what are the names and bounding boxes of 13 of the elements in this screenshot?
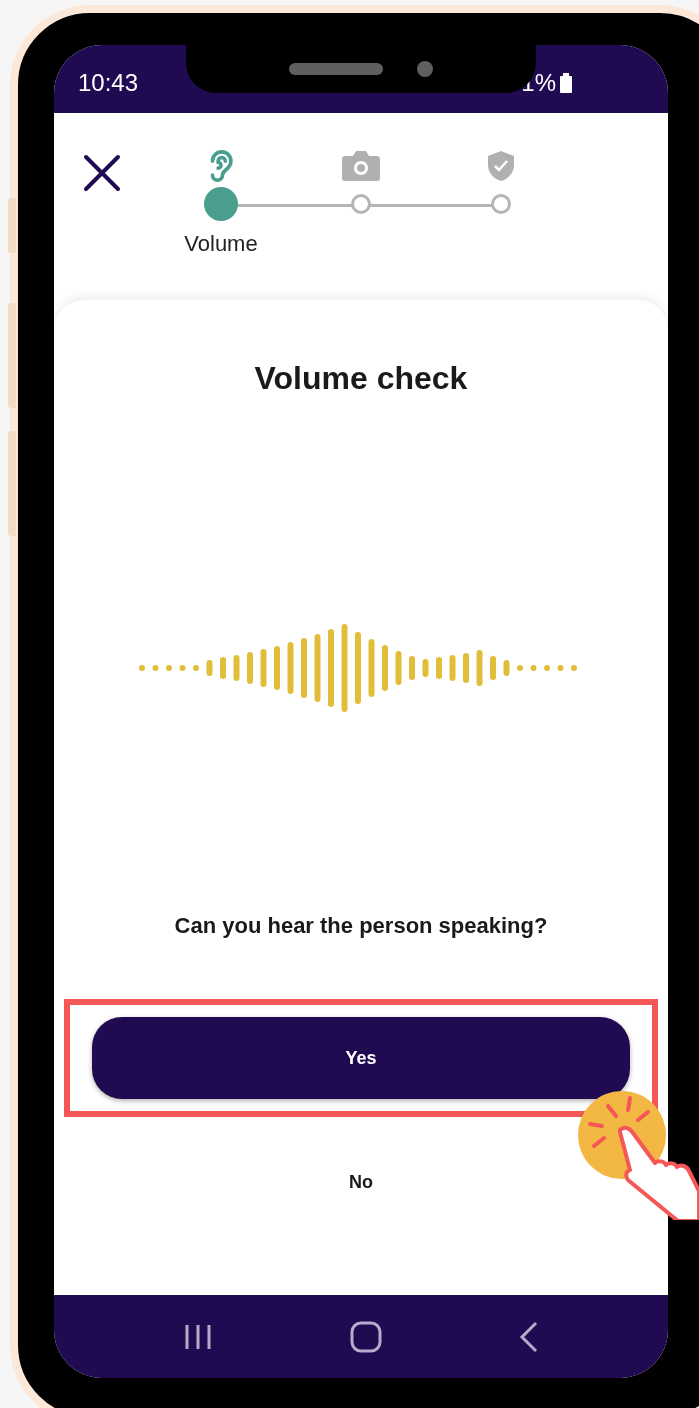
question-text: Can you hear the person speaking? (174, 913, 548, 939)
status-time: 10:43 (78, 69, 139, 97)
camera-icon (341, 150, 381, 182)
step-label: Volume (184, 231, 258, 257)
back-icon[interactable] (519, 1320, 540, 1353)
battery-icon (560, 73, 572, 93)
shield-check-icon (487, 150, 515, 182)
card-title: Volume check (254, 360, 468, 397)
close-button[interactable] (82, 153, 122, 193)
front-camera (417, 61, 433, 77)
home-icon[interactable] (350, 1320, 382, 1353)
no-button[interactable]: No (329, 1162, 393, 1203)
yes-button[interactable]: Yes (92, 1017, 630, 1099)
